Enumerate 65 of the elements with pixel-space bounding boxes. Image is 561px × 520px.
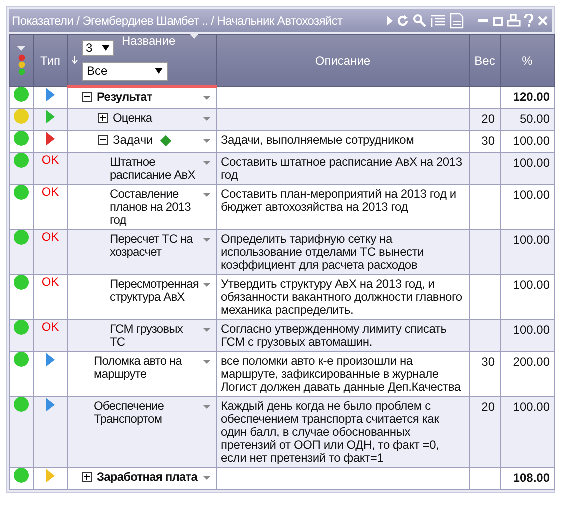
dropdown-caret-icon[interactable] [203, 193, 211, 197]
level-select[interactable]: 3 [82, 40, 114, 56]
status-label: OK [42, 320, 60, 334]
description-text: Определить тарифную сетку на использование отделами ТС вынести коэффициент для расчета расходов [221, 233, 426, 272]
description-text: Каждый день когда не было проблем с обеспечением транспорта считается как один балл, в случае обоснованных претензий от ООП или ОДН, то факт =0, если нет претензий то факт=1 [221, 400, 440, 465]
dropdown-caret-icon[interactable] [203, 161, 211, 165]
weight-value: 30 [482, 134, 495, 148]
dropdown-caret-icon[interactable] [203, 360, 211, 364]
dropdown-caret-icon[interactable] [203, 117, 211, 121]
column-header[interactable]: Вес [474, 54, 496, 68]
description-text: Задачи, выполняемые сотрудником [221, 134, 416, 147]
indicator-name[interactable]: Задачи [113, 134, 154, 147]
dropdown-caret-icon[interactable] [203, 139, 211, 143]
column-header[interactable]: % [522, 54, 533, 68]
status-label: OK [42, 153, 60, 167]
dropdown-caret-icon[interactable] [203, 328, 211, 332]
description-text: Согласно утвержденному лимиту списать ГСМ с грузовых автомашин. [221, 323, 448, 349]
percent-value: 200.00 [513, 355, 550, 369]
description-text: Утвердить структуру АвХ на 2013 год, и обязанности вакантного должности главного механика распределить. [221, 278, 464, 317]
caret-icon [155, 68, 163, 74]
collapse-toggle-icon[interactable] [98, 135, 108, 145]
traffic-light-icon [18, 54, 26, 76]
list-icon[interactable] [430, 14, 446, 28]
filter-select[interactable]: Все [82, 62, 168, 80]
weight-value: 30 [482, 355, 495, 369]
weight-value: 20 [482, 112, 495, 126]
expand-toggle-icon[interactable] [82, 472, 92, 482]
dropdown-caret-icon[interactable] [203, 96, 211, 100]
weight-value: 20 [482, 400, 495, 414]
percent-value: 108.00 [513, 471, 550, 485]
description-text: Составить штатное расписание АвХ на 2013 год [221, 156, 464, 182]
close-icon[interactable] [537, 14, 549, 26]
status-label: OK [42, 230, 60, 244]
expand-toggle-icon[interactable] [98, 113, 108, 123]
dropdown-caret-icon[interactable] [17, 46, 26, 50]
percent-value: 100.00 [513, 278, 550, 292]
percent-value: 100.00 [513, 134, 550, 148]
help-icon[interactable] [524, 14, 534, 28]
maximize-icon[interactable] [492, 14, 504, 26]
percent-value: 50.00 [520, 112, 550, 126]
forward-icon[interactable] [387, 16, 393, 26]
dropdown-caret-icon[interactable] [203, 238, 211, 242]
column-header[interactable]: Описание [315, 54, 371, 68]
print-icon[interactable] [507, 14, 521, 28]
column-header[interactable]: Тип [40, 54, 60, 68]
status-label: OK [42, 185, 60, 199]
dropdown-caret-icon[interactable] [203, 476, 211, 480]
search-icon[interactable] [413, 14, 427, 28]
percent-value: 100.00 [513, 156, 550, 170]
status-label: OK [42, 275, 60, 289]
description-text: Составить план-мероприятий на 2013 год и бюджет автохозяйства на 2013 год [221, 188, 458, 214]
collapse-toggle-icon[interactable] [82, 92, 92, 102]
caret-icon [102, 44, 110, 50]
csv-file-icon[interactable] [449, 12, 465, 28]
percent-value: 100.00 [513, 233, 550, 247]
percent-value: 120.00 [513, 90, 550, 104]
window-title: Показатели / Эгембердиев Шамбет .. / Начальник Автохозяйст [12, 14, 343, 28]
dropdown-caret-icon[interactable] [203, 283, 211, 287]
percent-value: 100.00 [513, 323, 550, 337]
sort-arrow-icon[interactable] [72, 56, 78, 64]
description-text: все поломки авто к-е произошли на маршруте, зафиксированные в журнале Логист должен давать данные Деп.Качества [221, 355, 462, 394]
dropdown-caret-icon[interactable] [203, 405, 211, 409]
percent-value: 100.00 [513, 188, 550, 202]
percent-value: 100.00 [513, 400, 550, 414]
refresh-icon[interactable] [396, 14, 410, 28]
